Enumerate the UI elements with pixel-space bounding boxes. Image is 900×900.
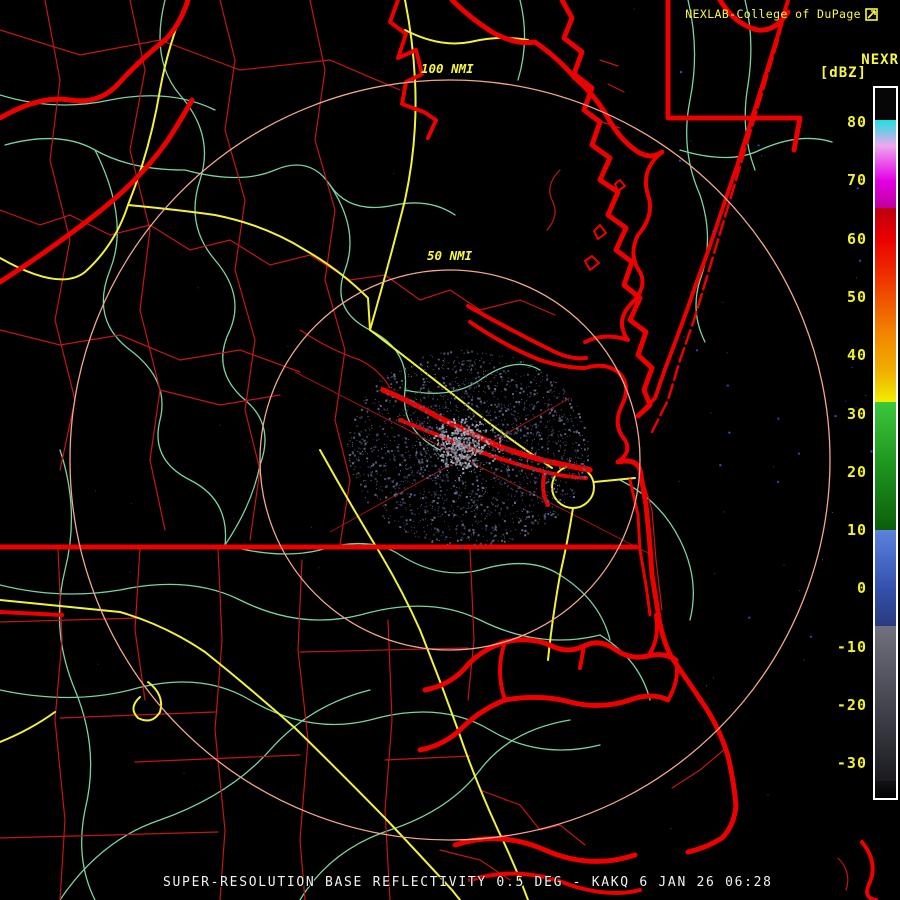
colorbar-segment [875,239,896,286]
colorbar-tick-label: 70 [821,171,867,189]
colorbar-tick-label: 80 [821,113,867,131]
colorbar-segment [875,781,896,799]
product-title: SUPER-RESOLUTION BASE REFLECTIVITY 0.5 D… [163,875,773,890]
colorbar-tick-label: 50 [821,288,867,306]
colorbar-segment [875,332,896,373]
colorbar-segment [875,208,896,239]
colorbar-tick-label: -10 [821,638,867,656]
colorbar-tick-label: 20 [821,463,867,481]
radar-viewer-window: NEXLAB-College of DuPage NEXR [dBZ] 8070… [0,0,900,900]
colorbar-tick-label: 30 [821,405,867,423]
reflectivity-colorbar [873,86,898,800]
colorbar-segment [875,88,896,120]
colorbar-segment [875,180,896,208]
attribution: NEXLAB-College of DuPage [685,7,878,21]
colorbar-segment [875,588,896,626]
colorbar-units: [dBZ] [820,65,867,81]
colorbar-segment [875,530,896,589]
colorbar-tick-label: -30 [821,754,867,772]
range-ring-label: 100 NMI [421,61,474,76]
colorbar-tick-label: 60 [821,230,867,248]
colorbar-segment [875,373,896,403]
radar-map-canvas[interactable] [0,0,900,900]
colorbar-segment [875,402,896,467]
colorbar-segment [875,626,896,781]
colorbar-tick-label: 40 [821,346,867,364]
cod-logo-icon [865,8,878,21]
colorbar-tick-label: 10 [821,521,867,539]
colorbar-segment [875,145,896,180]
colorbar-tick-label: 0 [821,579,867,597]
colorbar-tick-label: -20 [821,696,867,714]
colorbar-segment [875,466,896,531]
colorbar-segment [875,285,896,332]
colorbar-segment [875,120,896,146]
attribution-text: NEXLAB-College of DuPage [685,7,861,21]
range-ring-label: 50 NMI [427,248,472,263]
map-background [0,0,900,900]
